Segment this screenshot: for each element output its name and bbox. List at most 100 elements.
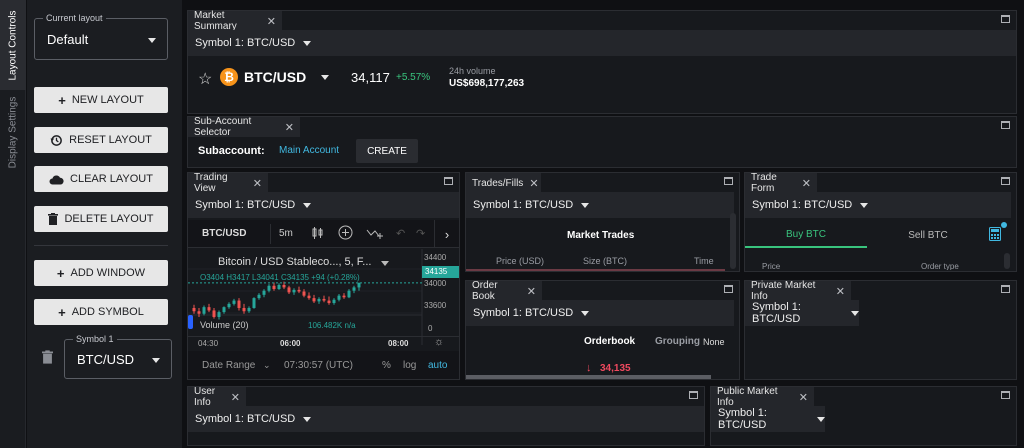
chevron-down-icon xyxy=(303,202,312,208)
add-indicator-icon[interactable] xyxy=(338,225,353,240)
close-icon[interactable]: ✕ xyxy=(285,121,294,134)
close-icon[interactable]: ✕ xyxy=(529,177,538,190)
interval-button[interactable]: 5m xyxy=(279,228,293,239)
pane-resize-handle[interactable] xyxy=(188,315,193,329)
maximize-icon[interactable] xyxy=(689,391,698,399)
scrollbar[interactable] xyxy=(1004,253,1010,269)
utc-clock[interactable]: 07:30:57 (UTC) xyxy=(284,360,353,371)
candle xyxy=(262,290,266,295)
chevron-down-icon[interactable] xyxy=(321,75,329,80)
symbol-select-label: Symbol 1: BTC/USD xyxy=(195,37,296,49)
tab-trades-fills[interactable]: Trades/Fills ✕ xyxy=(466,173,541,193)
chevron-down-icon xyxy=(148,38,156,43)
current-layout-select[interactable]: Current layout Default xyxy=(34,13,168,60)
price-label: Price xyxy=(762,262,781,270)
log-toggle[interactable]: log xyxy=(403,360,416,371)
candle xyxy=(327,300,331,304)
trash-icon xyxy=(48,213,59,225)
candle xyxy=(242,307,246,312)
symbol-select[interactable]: Symbol 1: BTC/USD xyxy=(745,192,1011,218)
candle xyxy=(227,303,231,308)
symbol-select[interactable]: Symbol 1: BTC/USD xyxy=(188,406,704,432)
tab-subaccount-selector[interactable]: Sub-Account Selector ✕ xyxy=(188,116,300,138)
tab-order-book[interactable]: Order Book ✕ xyxy=(466,280,542,302)
percent-toggle[interactable]: % xyxy=(382,360,391,371)
close-icon[interactable]: ✕ xyxy=(253,177,262,190)
close-icon[interactable]: ✕ xyxy=(799,391,808,404)
chevron-down-icon xyxy=(581,202,590,208)
delete-layout-button[interactable]: DELETE LAYOUT xyxy=(34,206,168,232)
tab-layout-controls[interactable]: Layout Controls xyxy=(0,0,26,90)
tab-user-info[interactable]: User Info ✕ xyxy=(188,386,246,408)
close-icon[interactable]: ✕ xyxy=(267,15,276,28)
tab-trading-view[interactable]: Trading View ✕ xyxy=(188,172,268,194)
auto-toggle[interactable]: auto xyxy=(428,360,447,371)
redo-icon[interactable]: ↷ xyxy=(416,227,425,240)
arrow-down-icon: ↓ xyxy=(586,362,592,374)
symbol-select[interactable]: Symbol 1: BTC/USD xyxy=(188,192,459,218)
maximize-icon[interactable] xyxy=(1001,177,1010,185)
clear-layout-button[interactable]: CLEAR LAYOUT xyxy=(34,166,168,192)
add-symbol-button[interactable]: + ADD SYMBOL xyxy=(34,299,168,325)
symbol-1-select[interactable]: Symbol 1 BTC/USD xyxy=(64,334,172,379)
maximize-icon[interactable] xyxy=(1001,285,1010,293)
candle xyxy=(297,289,301,292)
tab-public-market-info[interactable]: Public Market Info ✕ xyxy=(711,386,814,408)
scrollbar[interactable] xyxy=(730,213,736,269)
symbol-1-value: BTC/USD xyxy=(77,352,135,367)
candle xyxy=(357,282,361,288)
chevron-down-icon xyxy=(860,202,869,208)
reset-layout-button[interactable]: RESET LAYOUT xyxy=(34,127,168,153)
column-header: Size (BTC) xyxy=(583,256,628,266)
close-icon[interactable]: ✕ xyxy=(527,285,536,298)
price-change: +5.57% xyxy=(396,72,431,83)
toolbar-divider xyxy=(270,224,271,244)
create-button[interactable]: CREATE xyxy=(356,139,418,163)
calculator-icon[interactable] xyxy=(989,227,1001,241)
chevron-right-icon[interactable]: › xyxy=(434,220,459,248)
settings-icon[interactable]: ☼ xyxy=(434,336,444,348)
maximize-icon[interactable] xyxy=(724,285,733,293)
new-layout-button[interactable]: + NEW LAYOUT xyxy=(34,87,168,113)
close-icon[interactable]: ✕ xyxy=(231,391,240,404)
clear-layout-label: CLEAR LAYOUT xyxy=(70,173,153,185)
main-account-link[interactable]: Main Account xyxy=(279,145,339,156)
close-icon[interactable]: ✕ xyxy=(802,177,811,190)
current-layout-value: Default xyxy=(47,32,89,47)
symbol-select[interactable]: Symbol 1: BTC/USD xyxy=(745,300,859,326)
maximize-icon[interactable] xyxy=(444,177,453,185)
symbol-select[interactable]: Symbol 1: BTC/USD xyxy=(466,192,734,218)
sell-tab[interactable]: Sell BTC xyxy=(867,222,989,248)
candle xyxy=(237,300,241,308)
maximize-icon[interactable] xyxy=(1001,15,1010,23)
candle xyxy=(322,298,326,301)
trash-icon[interactable] xyxy=(42,350,53,364)
undo-icon[interactable]: ↶ xyxy=(396,227,405,240)
chevron-down-icon[interactable] xyxy=(381,261,389,266)
tab-display-settings-label: Display Settings xyxy=(7,96,19,168)
grouping-value[interactable]: None xyxy=(703,337,725,347)
current-layout-label: Current layout xyxy=(43,13,106,23)
tab-market-summary[interactable]: Market Summary ✕ xyxy=(188,10,282,32)
candle xyxy=(287,287,291,293)
time-tick: 06:00 xyxy=(280,339,301,348)
symbol-select[interactable]: Symbol 1: BTC/USD xyxy=(466,300,734,326)
date-range-button[interactable]: Date Range xyxy=(202,360,255,371)
buy-tab[interactable]: Buy BTC xyxy=(745,222,867,248)
chart-pair[interactable]: BTC/USD xyxy=(202,228,246,239)
maximize-icon[interactable] xyxy=(1001,391,1010,399)
star-icon[interactable]: ☆ xyxy=(198,69,212,89)
compare-icon[interactable] xyxy=(366,226,384,240)
candles-icon[interactable] xyxy=(312,226,324,240)
symbol-select[interactable]: Symbol 1: BTC/USD xyxy=(711,406,825,432)
scrollbar[interactable] xyxy=(466,375,711,379)
close-icon[interactable]: ✕ xyxy=(836,285,845,298)
orderbook-title: Orderbook xyxy=(584,336,636,347)
symbol-select[interactable]: Symbol 1: BTC/USD xyxy=(188,30,1016,56)
maximize-icon[interactable] xyxy=(724,177,733,185)
tab-display-settings[interactable]: Display Settings xyxy=(0,92,26,172)
tab-private-market-info[interactable]: Private Market Info ✕ xyxy=(745,280,851,302)
add-window-button[interactable]: + ADD WINDOW xyxy=(34,260,168,286)
maximize-icon[interactable] xyxy=(1001,121,1010,129)
tab-trade-form[interactable]: Trade Form ✕ xyxy=(745,172,817,194)
